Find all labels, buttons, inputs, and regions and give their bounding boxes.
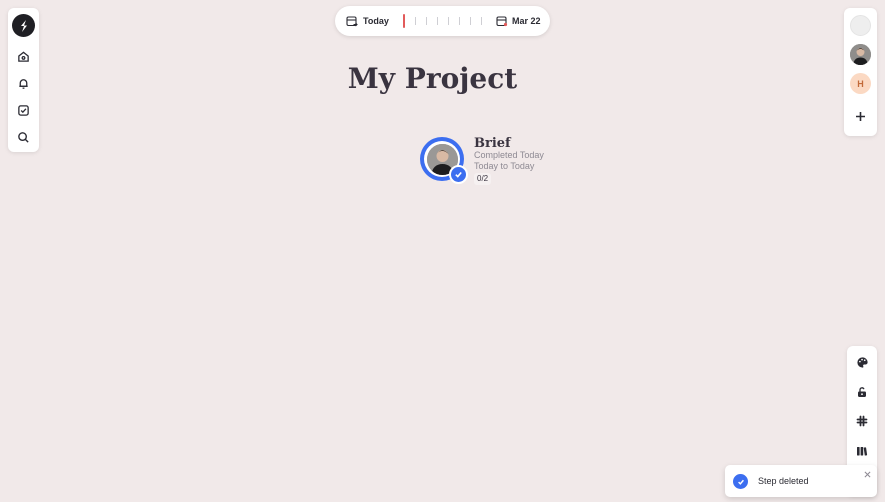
- timeline-end-label: Mar 22: [512, 16, 541, 26]
- lock-open-icon: [858, 387, 866, 397]
- timeline-tick: [437, 17, 438, 25]
- theme-button[interactable]: [850, 350, 874, 374]
- library-button[interactable]: [850, 439, 874, 463]
- check-circle-icon: [733, 474, 748, 489]
- palette-icon: [856, 356, 868, 368]
- logo-icon[interactable]: [12, 14, 35, 37]
- step-node[interactable]: Brief Completed Today Today to Today 0/2: [420, 136, 570, 192]
- members-panel: H: [844, 8, 877, 136]
- plus-icon: [856, 112, 865, 121]
- timeline-now-marker: [403, 14, 405, 28]
- calendar-icon: [346, 16, 358, 27]
- page-title[interactable]: My Project: [0, 62, 865, 95]
- step-status: Completed Today: [474, 150, 544, 160]
- timeline-end-button[interactable]: Mar 22: [496, 14, 541, 28]
- lock-button[interactable]: [850, 380, 874, 404]
- library-icon: [857, 447, 868, 456]
- timeline-tick: [415, 17, 416, 25]
- timeline-start-label: Today: [363, 16, 389, 26]
- timeline-tick: [448, 17, 449, 25]
- search-icon: [18, 132, 29, 143]
- timeline-tick: [426, 17, 427, 25]
- step-dates: Today to Today: [474, 161, 535, 171]
- timeline-tick: [470, 17, 471, 25]
- close-icon: [864, 471, 870, 477]
- timeline-bar: Today Mar 22: [335, 6, 550, 36]
- member-avatar-empty[interactable]: [850, 15, 871, 36]
- slack-icon: [856, 415, 868, 427]
- timeline-start-button[interactable]: Today: [346, 14, 389, 28]
- step-title[interactable]: Brief: [474, 136, 511, 151]
- member-initial: H: [857, 78, 864, 89]
- timeline-tick: [459, 17, 460, 25]
- completed-check-icon: [449, 165, 468, 184]
- checkbox-icon: [18, 105, 29, 116]
- toast-notification: Step deleted: [725, 465, 877, 497]
- timeline-tick: [481, 17, 482, 25]
- tasks-nav-button[interactable]: [11, 98, 36, 123]
- toast-close-button[interactable]: [862, 469, 872, 479]
- member-avatar-photo[interactable]: [850, 44, 871, 65]
- search-nav-button[interactable]: [11, 125, 36, 150]
- step-count-badge[interactable]: 0/2: [474, 173, 492, 185]
- member-avatar-initial[interactable]: H: [850, 73, 871, 94]
- calendar-end-icon: [496, 16, 508, 27]
- toast-message: Step deleted: [758, 476, 809, 486]
- slack-button[interactable]: [850, 409, 874, 433]
- add-member-button[interactable]: [850, 106, 871, 127]
